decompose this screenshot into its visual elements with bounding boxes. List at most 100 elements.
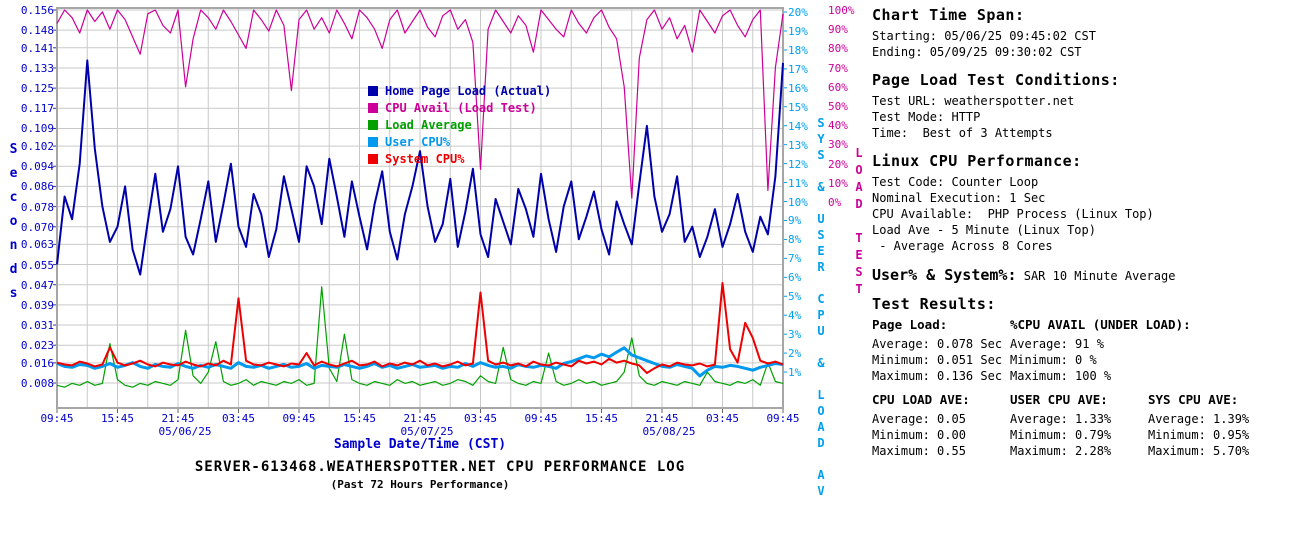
y-tick-label-cpu: 10%	[788, 195, 808, 209]
legend-item: Home Page Load (Actual)	[368, 82, 551, 99]
y-tick-label-seconds: 0.109	[20, 122, 54, 136]
sar-heading: User% & System%:	[872, 266, 1017, 284]
y-tick-label-loadtest: 30%	[828, 138, 848, 152]
result-label: CPU LOAD AVE:	[872, 392, 970, 407]
y-tick-label-cpu: 11%	[788, 176, 808, 190]
section-linux-cpu: Linux CPU Performance: Test Code: Counte…	[872, 152, 1297, 254]
y-tick-label-seconds: 0.125	[20, 82, 54, 96]
info-line: Test Code: Counter Loop	[872, 175, 1039, 189]
y-tick-label-seconds: 0.016	[20, 356, 54, 370]
result-user-cpu: USER CPU AVE: Average: 1.33% Minimum: 0.…	[1010, 392, 1148, 459]
y-tick-label-cpu: 19%	[788, 25, 808, 38]
y-tick-label-cpu: 1%	[788, 366, 802, 380]
result-label: Page Load:	[872, 317, 948, 332]
y-tick-label-seconds: 0.008	[20, 377, 54, 390]
y-tick-label-seconds: 0.086	[20, 180, 54, 194]
section-chart-time-span: Chart Time Span: Starting: 05/06/25 09:4…	[872, 6, 1297, 60]
result-cpu-avail: %CPU AVAIL (UNDER LOAD): Average: 91 % M…	[1010, 317, 1200, 384]
result-line: Maximum: 0.136 Sec	[872, 369, 1003, 383]
info-line: Load Ave - 5 Minute (Linux Top)	[872, 223, 1096, 237]
info-line: Starting: 05/06/25 09:45:02 CST	[872, 29, 1096, 43]
y-tick-label-seconds: 0.102	[20, 140, 54, 154]
x-tick-label: 21:45	[403, 412, 437, 425]
y-tick-label-seconds: 0.148	[20, 24, 54, 38]
results-row-2: CPU LOAD AVE: Average: 0.05 Minimum: 0.0…	[872, 392, 1297, 459]
y-tick-label-seconds: 0.141	[20, 41, 54, 55]
result-line: Minimum: 0.00	[872, 428, 966, 442]
result-line: Maximum: 100 %	[1010, 369, 1112, 383]
y-tick-label-seconds: 0.023	[20, 339, 54, 353]
result-line: Minimum: 0 %	[1010, 353, 1097, 367]
info-line: Nominal Execution: 1 Sec	[872, 191, 1046, 205]
x-tick-label: 15:45	[100, 412, 135, 425]
y-tick-label-cpu: 15%	[788, 100, 808, 114]
y-tick-label-cpu: 3%	[788, 328, 802, 342]
section-heading: Test Results:	[872, 295, 996, 313]
section-test-results: Test Results: Page Load: Average: 0.078 …	[872, 295, 1297, 459]
info-line: - Average Across 8 Cores	[872, 239, 1053, 253]
legend-swatch	[368, 119, 378, 130]
x-tick-label: 15:45	[584, 412, 619, 425]
cpu-performance-chart: Seconds 0.156 0.148 0.141 0.133 0.125 0.117 0.…	[0, 0, 870, 550]
y-tick-label-cpu: 4%	[788, 309, 802, 323]
legend-item: System CPU%	[368, 150, 551, 167]
result-line: Average: 0.05	[872, 412, 966, 426]
result-page-load: Page Load: Average: 0.078 Sec Minimum: 0…	[872, 317, 1010, 384]
y-tick-label-seconds: 0.047	[20, 278, 54, 292]
y-tick-label-loadtest: 70%	[828, 61, 848, 75]
x-tick-label: 09:45	[40, 412, 74, 425]
x-tick-label: 03:45	[705, 412, 740, 425]
results-row-1: Page Load: Average: 0.078 Sec Minimum: 0…	[872, 317, 1297, 384]
y-tick-label-seconds: 0.117	[20, 102, 54, 116]
y-tick-label-loadtest: 80%	[828, 42, 848, 56]
y-tick-label-loadtest: 0%	[828, 196, 842, 209]
result-label: %CPU AVAIL (UNDER LOAD):	[1010, 317, 1191, 332]
sar-text: SAR 10 Minute Average	[1016, 269, 1176, 283]
result-sys-cpu: SYS CPU AVE: Average: 1.39% Minimum: 0.9…	[1148, 392, 1286, 459]
y-tick-label-seconds: 0.039	[20, 298, 54, 312]
x-tick-label: 09:45	[766, 412, 800, 425]
y-tick-label-cpu: 2%	[788, 347, 802, 361]
result-label: SYS CPU AVE:	[1148, 392, 1239, 407]
result-line: Minimum: 0.79%	[1010, 428, 1112, 442]
y-tick-label-loadtest: 60%	[828, 80, 848, 94]
result-line: Minimum: 0.051 Sec	[872, 353, 1003, 367]
y-tick-label-seconds: 0.156	[20, 4, 54, 17]
result-line: Average: 0.078 Sec	[872, 337, 1003, 351]
chart-legend: Home Page Load (Actual) CPU Avail (Load T…	[368, 82, 551, 167]
y-tick-label-cpu: 9%	[788, 214, 802, 228]
x-axis-title: Sample Date/Time (CST)	[333, 437, 507, 452]
chart-title: SERVER-613468.WEATHERSPOTTER.NET CPU PER…	[194, 459, 686, 475]
result-line: Minimum: 0.95%	[1148, 428, 1250, 442]
info-line: Test URL: weatherspotter.net	[872, 94, 1075, 108]
info-line: Time: Best of 3 Attempts	[872, 126, 1053, 140]
y-tick-label-loadtest: 90%	[828, 23, 848, 37]
chart-subtitle: (Past 72 Hours Performance)	[330, 478, 510, 491]
y-tick-label-seconds: 0.070	[20, 220, 54, 234]
y-tick-label-cpu: 20%	[788, 6, 808, 20]
y-tick-label-cpu: 16%	[788, 81, 808, 95]
y-tick-label-cpu: 14%	[788, 119, 808, 133]
y-tick-label-seconds: 0.133	[20, 61, 54, 75]
y-tick-label-cpu: 17%	[788, 62, 808, 76]
y-tick-label-cpu: 8%	[788, 233, 802, 247]
result-label: USER CPU AVE:	[1010, 392, 1108, 407]
result-line: Maximum: 2.28%	[1010, 444, 1112, 458]
y-axis-loadtest-title: LOAD TEST	[852, 146, 866, 299]
x-tick-label: 21:45	[161, 412, 195, 425]
result-line: Average: 1.33%	[1010, 412, 1112, 426]
legend-label: System CPU%	[385, 151, 465, 166]
result-line: Average: 1.39%	[1148, 412, 1250, 426]
legend-swatch	[368, 102, 378, 113]
y-tick-label-cpu: 13%	[788, 138, 808, 152]
y-tick-label-seconds: 0.031	[20, 319, 54, 333]
info-line: Ending: 05/09/25 09:30:02 CST	[872, 45, 1082, 59]
legend-item: User CPU%	[368, 133, 551, 150]
result-line: Average: 91 %	[1010, 337, 1104, 351]
y-tick-label-cpu: 5%	[788, 290, 802, 304]
info-line: CPU Available: PHP Process (Linux Top)	[872, 207, 1154, 221]
legend-label: Load Average	[385, 117, 472, 132]
result-line: Maximum: 0.55	[872, 444, 966, 458]
x-tick-label: 21:45	[645, 412, 679, 425]
y-tick-label-loadtest: 100%	[828, 4, 855, 17]
